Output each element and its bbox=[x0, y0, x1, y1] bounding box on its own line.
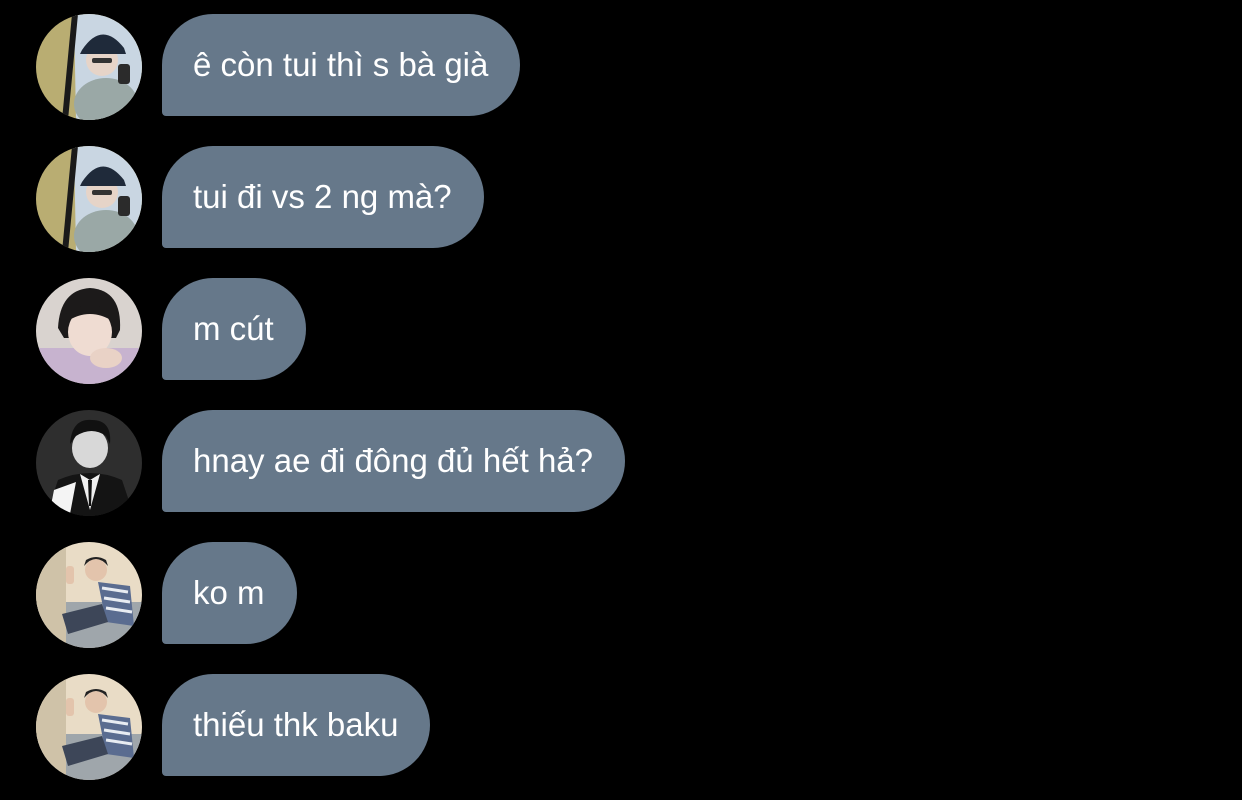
message-thread: ê còn tui thì s bà già tui đi vs 2 ng mà… bbox=[0, 0, 1242, 800]
message-bubble[interactable]: tui đi vs 2 ng mà? bbox=[162, 146, 484, 248]
message-row: tui đi vs 2 ng mà? bbox=[0, 146, 1242, 252]
avatar-girl-short-hair-icon bbox=[36, 278, 142, 384]
message-row: thiếu thk baku bbox=[0, 674, 1242, 780]
message-bubble[interactable]: ko m bbox=[162, 542, 297, 644]
avatar[interactable] bbox=[36, 410, 142, 516]
avatar-plaid-shirt-sitting-icon bbox=[36, 542, 142, 648]
message-bubble[interactable]: thiếu thk baku bbox=[162, 674, 431, 776]
avatar[interactable] bbox=[36, 278, 142, 384]
message-bubble[interactable]: ê còn tui thì s bà già bbox=[162, 14, 521, 116]
avatar-bw-suit-portrait-icon bbox=[36, 410, 142, 516]
avatar-plaid-shirt-sitting-icon bbox=[36, 674, 142, 780]
message-row: hnay ae đi đông đủ hết hả? bbox=[0, 410, 1242, 516]
avatar[interactable] bbox=[36, 674, 142, 780]
message-row: ê còn tui thì s bà già bbox=[0, 14, 1242, 120]
message-row: m cút bbox=[0, 278, 1242, 384]
avatar-bucket-hat-selfie-icon bbox=[36, 14, 142, 120]
avatar[interactable] bbox=[36, 146, 142, 252]
avatar[interactable] bbox=[36, 542, 142, 648]
message-bubble[interactable]: m cút bbox=[162, 278, 306, 380]
avatar[interactable] bbox=[36, 14, 142, 120]
avatar-bucket-hat-selfie-icon bbox=[36, 146, 142, 252]
message-row: ko m bbox=[0, 542, 1242, 648]
message-bubble[interactable]: hnay ae đi đông đủ hết hả? bbox=[162, 410, 626, 512]
